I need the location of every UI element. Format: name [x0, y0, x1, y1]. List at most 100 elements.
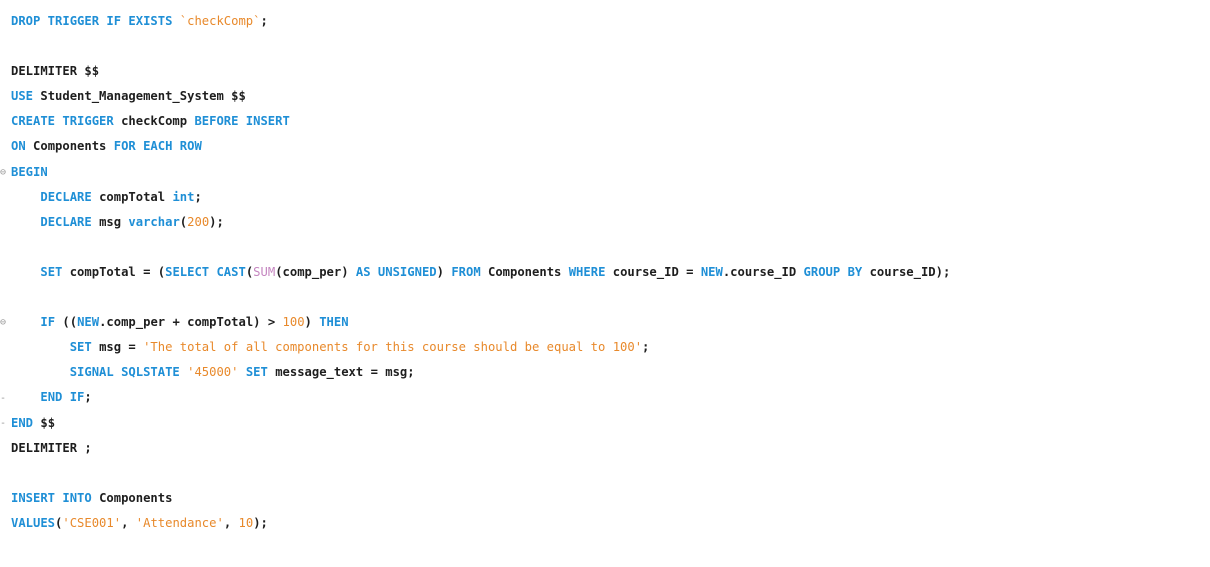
keyword-token: WHERE	[568, 264, 613, 279]
code-line[interactable]: SIGNAL SQLSTATE '45000' SET message_text…	[11, 360, 950, 385]
code-line[interactable]: VALUES('CSE001', 'Attendance', 10);	[11, 511, 950, 536]
code-line[interactable]	[11, 34, 950, 59]
text-token: Components	[488, 264, 569, 279]
keyword-token: SIGNAL SQLSTATE	[69, 365, 188, 380]
keyword-token: ON	[11, 139, 34, 154]
sql-code-editor[interactable]: ⊖ ⊖ - - DROP TRIGGER IF EXISTS `checkComp`;…	[0, 0, 1210, 567]
text-token: msg	[99, 214, 129, 229]
text-token: );	[253, 515, 268, 530]
keyword-token: IF	[40, 315, 63, 330]
code-line[interactable]: DECLARE compTotal int;	[11, 185, 950, 210]
code-line[interactable]	[11, 235, 950, 260]
keyword-token: DECLARE	[40, 189, 100, 204]
keyword-token: USE	[11, 89, 41, 104]
text-token: Student_Management_System $$	[40, 89, 246, 104]
keyword-token: SET	[245, 365, 276, 380]
code-line[interactable]	[11, 285, 950, 310]
fold-marker-icon[interactable]: -	[0, 386, 8, 411]
text-token: compTotal = (	[69, 264, 166, 279]
code-line[interactable]: BEGIN	[11, 160, 950, 185]
number-token: 200	[187, 214, 210, 229]
fold-marker-icon[interactable]: ⊖	[0, 310, 8, 335]
text-token: (comp_per)	[275, 264, 356, 279]
keyword-token: DECLARE	[40, 214, 100, 229]
string-token: 'Attendance'	[135, 515, 224, 530]
text-token: );	[209, 214, 224, 229]
text-token: .course_ID	[722, 264, 804, 279]
keyword-token: CREATE TRIGGER	[11, 114, 122, 129]
text-token: Components	[99, 490, 173, 505]
keyword-token: FROM	[451, 264, 488, 279]
text-token: ;	[260, 14, 268, 28]
text-token: DELIMITER $$	[11, 64, 100, 79]
keyword-token: FOR EACH ROW	[113, 139, 202, 154]
keyword-token: BEGIN	[11, 164, 48, 179]
code-line[interactable]: DECLARE msg varchar(200);	[11, 210, 950, 235]
number-token: 10	[238, 515, 254, 530]
text-token: course_ID =	[612, 264, 701, 279]
text-token: compTotal	[99, 189, 173, 204]
text-token: $$	[40, 415, 56, 430]
text-token: ,	[223, 515, 239, 530]
keyword-token: SELECT CAST	[165, 264, 246, 279]
text-token: ;	[194, 189, 202, 204]
keyword-token: END IF	[40, 390, 85, 405]
number-token: 100	[282, 315, 305, 330]
string-token: 'The total of all components for this co…	[143, 340, 643, 355]
text-token: ;	[84, 390, 92, 405]
code-line[interactable]: DROP TRIGGER IF EXISTS `checkComp`;	[11, 9, 950, 34]
text-token: ;	[642, 340, 650, 355]
keyword-token: GROUP BY	[803, 264, 870, 279]
code-area[interactable]: DROP TRIGGER IF EXISTS `checkComp`; DELI…	[11, 9, 950, 536]
text-token: message_text = msg;	[275, 365, 415, 380]
code-line[interactable]: END $$	[11, 411, 950, 436]
code-line[interactable]	[11, 461, 950, 486]
text-token: )	[436, 264, 452, 279]
function-token: SUM	[253, 264, 276, 279]
code-line[interactable]: ON Components FOR EACH ROW	[11, 134, 950, 159]
code-line[interactable]: DELIMITER ;	[11, 436, 950, 461]
text-token: Components	[33, 139, 114, 154]
keyword-token: INSERT INTO	[11, 490, 100, 505]
code-line[interactable]: INSERT INTO Components	[11, 486, 950, 511]
fold-marker-icon[interactable]: -	[0, 411, 8, 436]
keyword-token: SET	[40, 264, 70, 279]
text-token: .comp_per + compTotal) >	[99, 315, 283, 330]
string-token: '45000'	[187, 365, 239, 380]
string-token: `checkComp`	[179, 14, 261, 28]
code-line[interactable]: END IF;	[11, 385, 950, 410]
code-line[interactable]: CREATE TRIGGER checkComp BEFORE INSERT	[11, 109, 950, 134]
keyword-token: AS UNSIGNED	[355, 264, 437, 279]
code-line[interactable]: USE Student_Management_System $$	[11, 84, 950, 109]
keyword-token: NEW	[77, 315, 100, 330]
text-token: DELIMITER ;	[11, 440, 92, 455]
keyword-token: END	[11, 415, 41, 430]
keyword-token: NEW	[700, 264, 723, 279]
text-token: msg =	[99, 340, 144, 355]
code-line[interactable]: IF ((NEW.comp_per + compTotal) > 100) TH…	[11, 310, 950, 335]
keyword-token: VALUES	[11, 515, 56, 530]
keyword-token: varchar	[128, 214, 180, 229]
code-line[interactable]: SET compTotal = (SELECT CAST(SUM(comp_pe…	[11, 260, 950, 285]
keyword-token: THEN	[319, 315, 349, 330]
code-line[interactable]: SET msg = 'The total of all components f…	[11, 335, 950, 360]
keyword-token: DROP TRIGGER IF EXISTS	[11, 14, 180, 28]
fold-marker-icon[interactable]: ⊖	[0, 160, 8, 185]
code-line[interactable]: DELIMITER $$	[11, 59, 950, 84]
text-token: ((	[62, 315, 78, 330]
keyword-token: int	[172, 189, 195, 204]
text-token: checkComp	[121, 114, 195, 129]
text-token: )	[304, 315, 320, 330]
keyword-token: BEFORE INSERT	[194, 114, 290, 129]
keyword-token: SET	[69, 340, 100, 355]
string-token: 'CSE001'	[62, 515, 122, 530]
text-token: ,	[121, 515, 136, 530]
